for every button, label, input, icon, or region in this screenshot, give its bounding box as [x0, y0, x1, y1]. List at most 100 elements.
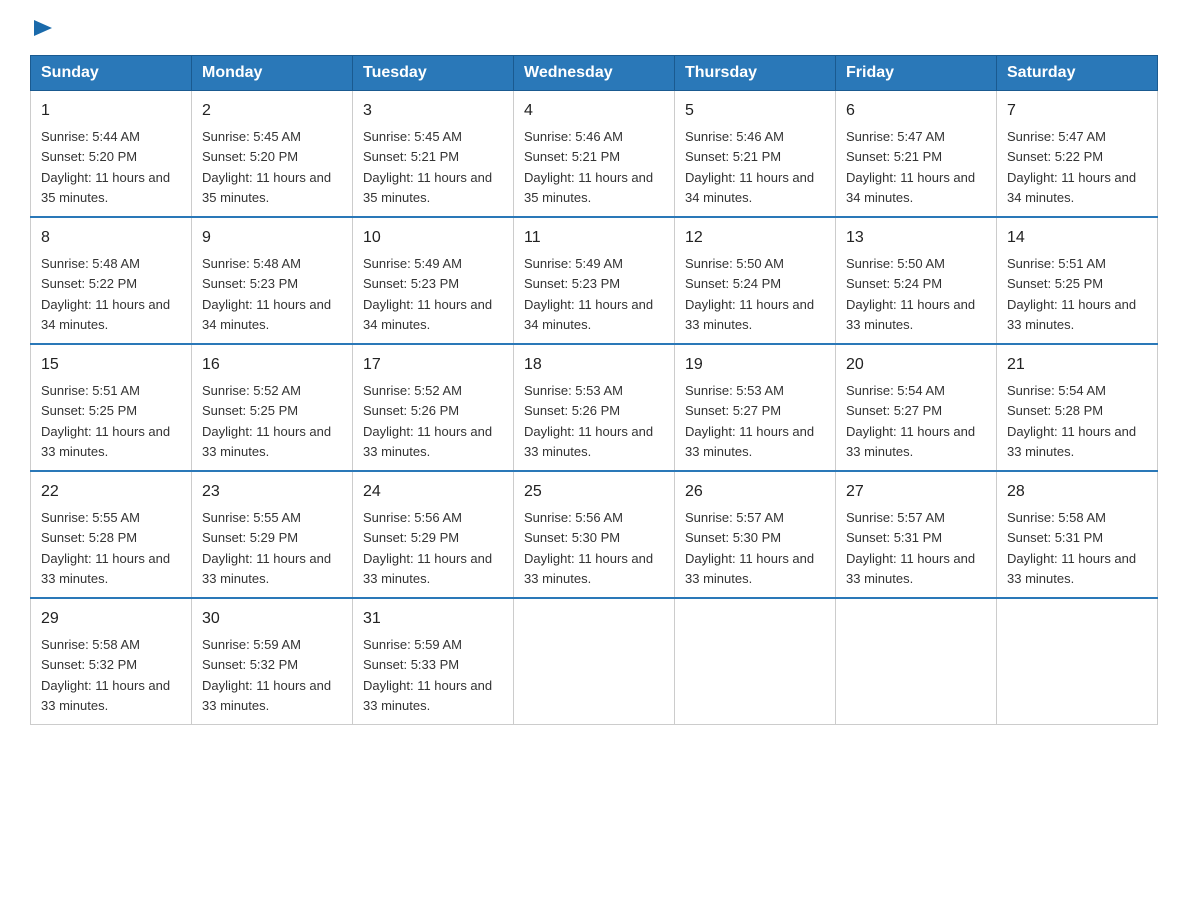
daylight-info: Daylight: 11 hours and 33 minutes.: [685, 297, 814, 332]
calendar-day-cell: 16 Sunrise: 5:52 AM Sunset: 5:25 PM Dayl…: [192, 344, 353, 471]
sunset-info: Sunset: 5:21 PM: [524, 149, 620, 164]
calendar-day-cell: 29 Sunrise: 5:58 AM Sunset: 5:32 PM Dayl…: [31, 598, 192, 725]
daylight-info: Daylight: 11 hours and 35 minutes.: [524, 170, 653, 205]
day-number: 9: [202, 226, 342, 250]
daylight-info: Daylight: 11 hours and 34 minutes.: [524, 297, 653, 332]
sunrise-info: Sunrise: 5:48 AM: [41, 256, 140, 271]
daylight-info: Daylight: 11 hours and 34 minutes.: [685, 170, 814, 205]
sunrise-info: Sunrise: 5:53 AM: [524, 383, 623, 398]
sunrise-info: Sunrise: 5:47 AM: [1007, 129, 1106, 144]
calendar-day-cell: 20 Sunrise: 5:54 AM Sunset: 5:27 PM Dayl…: [836, 344, 997, 471]
calendar-week-row: 8 Sunrise: 5:48 AM Sunset: 5:22 PM Dayli…: [31, 217, 1158, 344]
sunset-info: Sunset: 5:21 PM: [685, 149, 781, 164]
sunrise-info: Sunrise: 5:53 AM: [685, 383, 784, 398]
daylight-info: Daylight: 11 hours and 33 minutes.: [846, 297, 975, 332]
day-number: 10: [363, 226, 503, 250]
day-number: 26: [685, 480, 825, 504]
calendar-table: SundayMondayTuesdayWednesdayThursdayFrid…: [30, 55, 1158, 725]
calendar-day-cell: 22 Sunrise: 5:55 AM Sunset: 5:28 PM Dayl…: [31, 471, 192, 598]
calendar-day-cell: 19 Sunrise: 5:53 AM Sunset: 5:27 PM Dayl…: [675, 344, 836, 471]
calendar-day-cell: 24 Sunrise: 5:56 AM Sunset: 5:29 PM Dayl…: [353, 471, 514, 598]
calendar-day-cell: 25 Sunrise: 5:56 AM Sunset: 5:30 PM Dayl…: [514, 471, 675, 598]
calendar-day-cell: 26 Sunrise: 5:57 AM Sunset: 5:30 PM Dayl…: [675, 471, 836, 598]
sunset-info: Sunset: 5:31 PM: [846, 530, 942, 545]
day-of-week-header: Thursday: [675, 56, 836, 91]
sunset-info: Sunset: 5:27 PM: [846, 403, 942, 418]
sunset-info: Sunset: 5:24 PM: [685, 276, 781, 291]
calendar-day-cell: 9 Sunrise: 5:48 AM Sunset: 5:23 PM Dayli…: [192, 217, 353, 344]
sunrise-info: Sunrise: 5:48 AM: [202, 256, 301, 271]
sunset-info: Sunset: 5:21 PM: [846, 149, 942, 164]
day-number: 15: [41, 353, 181, 377]
daylight-info: Daylight: 11 hours and 34 minutes.: [202, 297, 331, 332]
daylight-info: Daylight: 11 hours and 33 minutes.: [685, 551, 814, 586]
sunset-info: Sunset: 5:32 PM: [202, 657, 298, 672]
sunset-info: Sunset: 5:29 PM: [363, 530, 459, 545]
day-number: 16: [202, 353, 342, 377]
calendar-week-row: 15 Sunrise: 5:51 AM Sunset: 5:25 PM Dayl…: [31, 344, 1158, 471]
sunrise-info: Sunrise: 5:52 AM: [202, 383, 301, 398]
calendar-day-cell: 28 Sunrise: 5:58 AM Sunset: 5:31 PM Dayl…: [997, 471, 1158, 598]
daylight-info: Daylight: 11 hours and 33 minutes.: [202, 424, 331, 459]
sunrise-info: Sunrise: 5:52 AM: [363, 383, 462, 398]
daylight-info: Daylight: 11 hours and 33 minutes.: [41, 678, 170, 713]
day-number: 28: [1007, 480, 1147, 504]
daylight-info: Daylight: 11 hours and 34 minutes.: [846, 170, 975, 205]
calendar-week-row: 22 Sunrise: 5:55 AM Sunset: 5:28 PM Dayl…: [31, 471, 1158, 598]
day-number: 2: [202, 99, 342, 123]
sunset-info: Sunset: 5:30 PM: [685, 530, 781, 545]
sunrise-info: Sunrise: 5:56 AM: [524, 510, 623, 525]
sunset-info: Sunset: 5:26 PM: [363, 403, 459, 418]
day-number: 17: [363, 353, 503, 377]
sunrise-info: Sunrise: 5:59 AM: [202, 637, 301, 652]
calendar-day-cell: 4 Sunrise: 5:46 AM Sunset: 5:21 PM Dayli…: [514, 91, 675, 218]
daylight-info: Daylight: 11 hours and 33 minutes.: [363, 678, 492, 713]
sunset-info: Sunset: 5:20 PM: [202, 149, 298, 164]
day-number: 13: [846, 226, 986, 250]
day-number: 6: [846, 99, 986, 123]
day-number: 22: [41, 480, 181, 504]
day-number: 12: [685, 226, 825, 250]
sunrise-info: Sunrise: 5:46 AM: [685, 129, 784, 144]
sunrise-info: Sunrise: 5:47 AM: [846, 129, 945, 144]
daylight-info: Daylight: 11 hours and 33 minutes.: [1007, 551, 1136, 586]
daylight-info: Daylight: 11 hours and 33 minutes.: [41, 551, 170, 586]
sunrise-info: Sunrise: 5:54 AM: [1007, 383, 1106, 398]
sunrise-info: Sunrise: 5:58 AM: [41, 637, 140, 652]
sunrise-info: Sunrise: 5:50 AM: [685, 256, 784, 271]
daylight-info: Daylight: 11 hours and 33 minutes.: [363, 424, 492, 459]
day-number: 3: [363, 99, 503, 123]
sunset-info: Sunset: 5:25 PM: [41, 403, 137, 418]
calendar-day-cell: 14 Sunrise: 5:51 AM Sunset: 5:25 PM Dayl…: [997, 217, 1158, 344]
calendar-week-row: 1 Sunrise: 5:44 AM Sunset: 5:20 PM Dayli…: [31, 91, 1158, 218]
calendar-day-cell: 21 Sunrise: 5:54 AM Sunset: 5:28 PM Dayl…: [997, 344, 1158, 471]
day-number: 21: [1007, 353, 1147, 377]
daylight-info: Daylight: 11 hours and 33 minutes.: [202, 678, 331, 713]
calendar-day-cell: 30 Sunrise: 5:59 AM Sunset: 5:32 PM Dayl…: [192, 598, 353, 725]
sunrise-info: Sunrise: 5:45 AM: [363, 129, 462, 144]
daylight-info: Daylight: 11 hours and 34 minutes.: [1007, 170, 1136, 205]
calendar-day-cell: 8 Sunrise: 5:48 AM Sunset: 5:22 PM Dayli…: [31, 217, 192, 344]
daylight-info: Daylight: 11 hours and 33 minutes.: [524, 424, 653, 459]
day-number: 20: [846, 353, 986, 377]
sunrise-info: Sunrise: 5:46 AM: [524, 129, 623, 144]
daylight-info: Daylight: 11 hours and 35 minutes.: [41, 170, 170, 205]
sunrise-info: Sunrise: 5:44 AM: [41, 129, 140, 144]
calendar-day-cell: 10 Sunrise: 5:49 AM Sunset: 5:23 PM Dayl…: [353, 217, 514, 344]
day-number: 8: [41, 226, 181, 250]
sunrise-info: Sunrise: 5:55 AM: [41, 510, 140, 525]
daylight-info: Daylight: 11 hours and 33 minutes.: [846, 424, 975, 459]
sunrise-info: Sunrise: 5:57 AM: [685, 510, 784, 525]
calendar-day-cell: 7 Sunrise: 5:47 AM Sunset: 5:22 PM Dayli…: [997, 91, 1158, 218]
sunrise-info: Sunrise: 5:50 AM: [846, 256, 945, 271]
day-number: 5: [685, 99, 825, 123]
sunset-info: Sunset: 5:22 PM: [1007, 149, 1103, 164]
day-number: 14: [1007, 226, 1147, 250]
calendar-day-cell: [514, 598, 675, 725]
calendar-day-cell: 2 Sunrise: 5:45 AM Sunset: 5:20 PM Dayli…: [192, 91, 353, 218]
calendar-day-cell: 11 Sunrise: 5:49 AM Sunset: 5:23 PM Dayl…: [514, 217, 675, 344]
sunset-info: Sunset: 5:24 PM: [846, 276, 942, 291]
sunrise-info: Sunrise: 5:51 AM: [1007, 256, 1106, 271]
sunrise-info: Sunrise: 5:49 AM: [363, 256, 462, 271]
sunset-info: Sunset: 5:20 PM: [41, 149, 137, 164]
